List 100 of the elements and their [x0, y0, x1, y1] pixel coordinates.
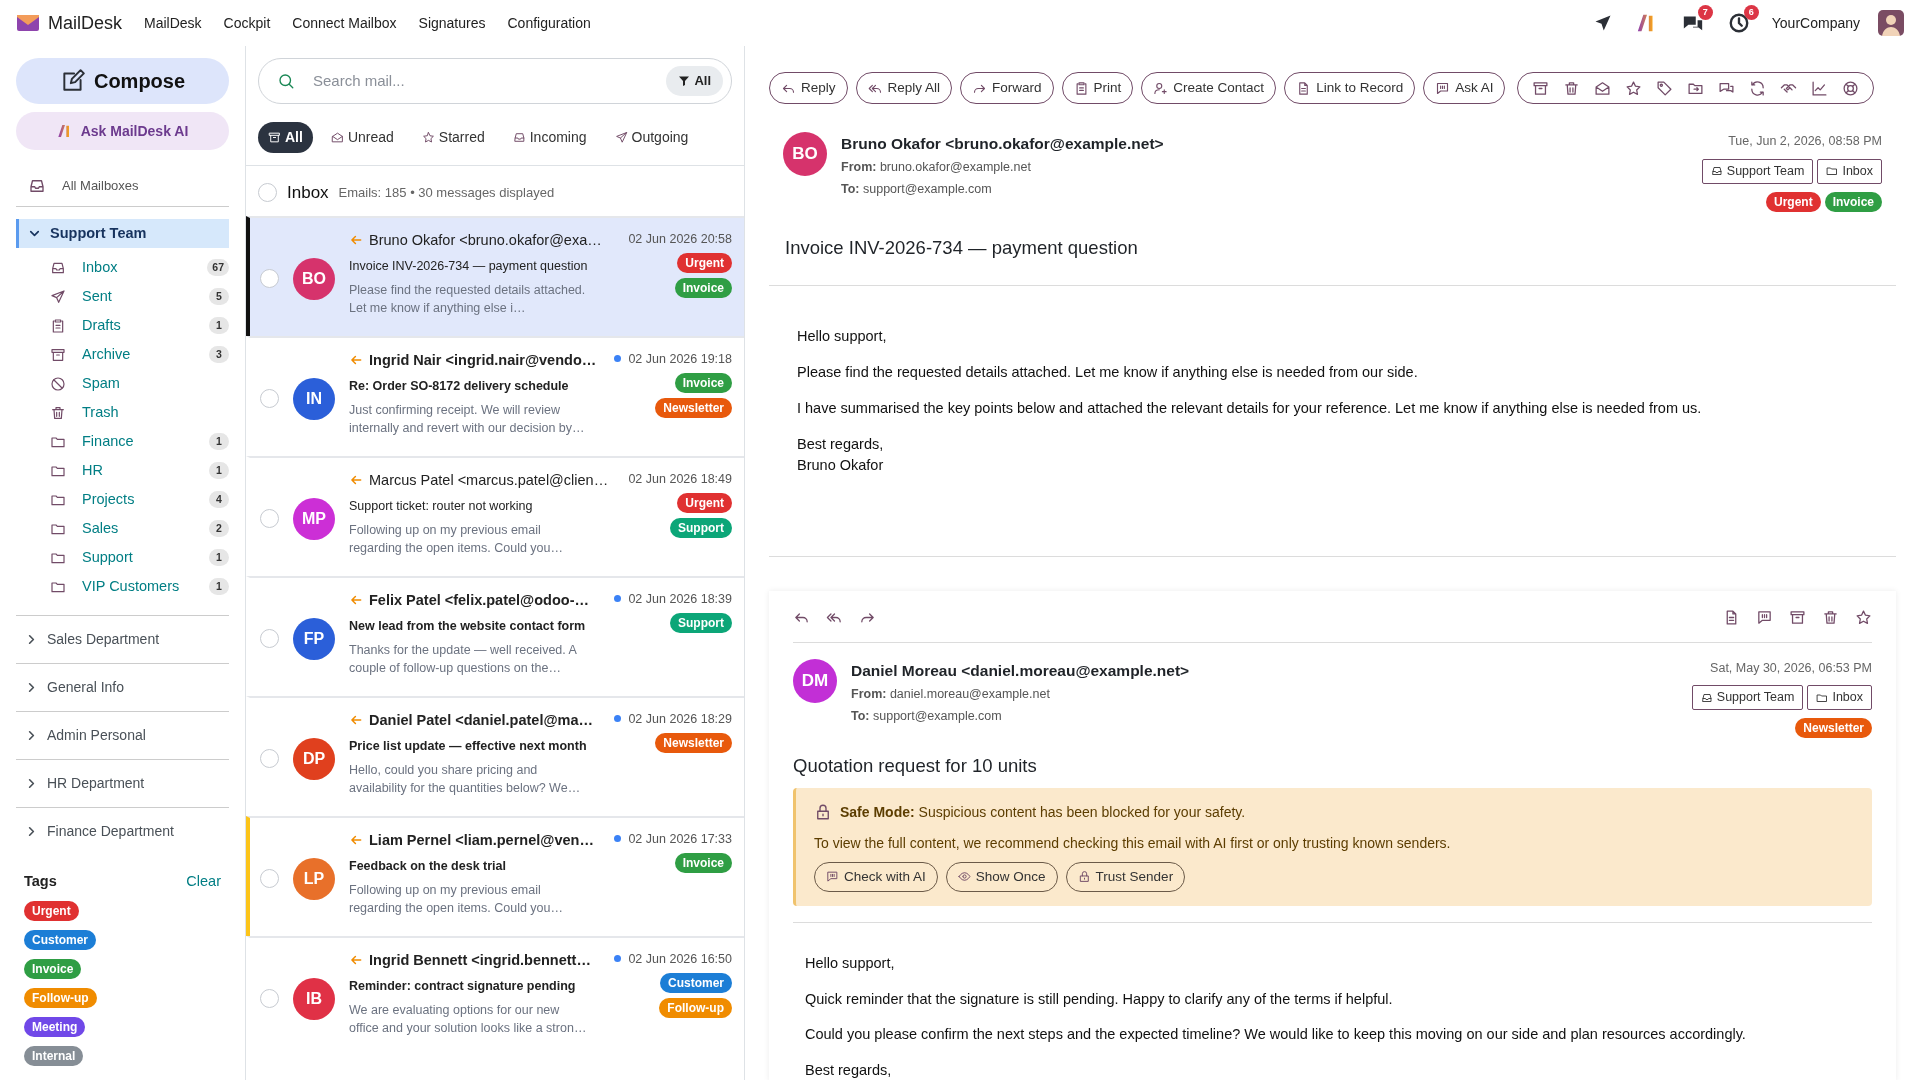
archive-icon[interactable]	[1789, 608, 1806, 626]
chat-icon	[1435, 80, 1451, 96]
folder-chip[interactable]: Inbox	[1817, 158, 1882, 184]
message-count: Emails: 185 • 30 messages displayed	[338, 184, 555, 202]
folder-link[interactable]: Drafts	[82, 314, 193, 337]
inbox-icon	[512, 131, 526, 144]
menu-item[interactable]: Configuration	[507, 12, 591, 34]
checkbox[interactable]	[260, 989, 279, 1008]
folder-link[interactable]: Spam	[82, 372, 229, 395]
folder-link[interactable]: Inbox	[82, 256, 192, 279]
checkbox[interactable]	[260, 629, 279, 648]
star-icon[interactable]	[1625, 79, 1643, 97]
filter-tab[interactable]: Unread	[320, 122, 404, 153]
message-item[interactable]: FP Felix Patel <felix.patel@odoo-… New lead from the website contact form Thanks for the update — well received. A couple of follow-up questions on the… 02 Jun 2026 18:39 Support	[246, 575, 744, 696]
account-header[interactable]: Admin Personal	[16, 711, 229, 760]
chat-icon[interactable]	[1756, 608, 1773, 626]
sender-address: From: bruno.okafor@example.net	[841, 159, 1032, 177]
signoff-line: Bruno Okafor	[797, 455, 885, 475]
notification-badge: 6	[1743, 5, 1759, 20]
lifebuoy-icon[interactable]	[1842, 79, 1860, 97]
filter-tab[interactable]: Starred	[411, 122, 495, 153]
menu-item[interactable]: MailDesk	[144, 12, 202, 34]
ask-ai-button[interactable]: Ask MailDesk AI	[16, 112, 229, 150]
company-switcher[interactable]: YourCompany	[1771, 12, 1860, 34]
unread-count: 2	[209, 520, 229, 538]
toolbar-button[interactable]: Print	[1061, 72, 1134, 104]
notification-badge: 7	[1697, 5, 1713, 20]
folder-icon	[1816, 691, 1829, 704]
message-item[interactable]: DP Daniel Patel <daniel.patel@ma… Price list update — effective next month Hello, could you share pricing and availability for the quantities below? We… 02 Jun 2026 18:29 Newsletter	[246, 695, 744, 816]
tag-label[interactable]: Urgent	[24, 901, 79, 921]
sender-name: Felix Patel <felix.patel@odoo-…	[369, 590, 589, 610]
toolbar-button[interactable]: Link to Record	[1284, 72, 1416, 104]
checkbox[interactable]	[260, 269, 279, 288]
account-header[interactable]: Sales Department	[16, 615, 229, 664]
all-mailboxes-link[interactable]: All Mailboxes	[62, 176, 139, 196]
folder-link[interactable]: HR	[82, 459, 193, 482]
message-item[interactable]: IB Ingrid Bennett <ingrid.bennett… Reminder: contract signature pending We are evaluating options for our new office and your solution looks like a stron… 02 Jun 2026 16:50 Customer Follow-up	[246, 935, 744, 1056]
unread-dot	[614, 955, 622, 963]
folder-link[interactable]: Sent	[82, 285, 193, 308]
user-avatar[interactable]	[1878, 10, 1904, 36]
message-subject: Reminder: contract signature pending	[349, 978, 577, 996]
clock-icon[interactable]	[1727, 12, 1750, 34]
clear-link[interactable]: Clear	[186, 871, 221, 893]
folder-link[interactable]: Trash	[82, 401, 229, 424]
toolbar-button[interactable]: Forward	[960, 72, 1054, 104]
folder-link[interactable]: Archive	[82, 343, 193, 366]
menu-item[interactable]: Cockpit	[223, 12, 271, 34]
trash-icon[interactable]	[1563, 79, 1581, 97]
tag-icon[interactable]	[1656, 79, 1674, 97]
checkbox[interactable]	[260, 389, 279, 408]
folder-link[interactable]: Finance	[82, 430, 193, 453]
paper-plane-icon[interactable]	[1593, 14, 1612, 32]
message-item[interactable]: MP Marcus Patel <marcus.patel@clien… Support ticket: router not working Following up on my previous email regarding the open items. Could you… 02 Jun 2026 18:49 Urgent Support	[246, 455, 744, 576]
eye-icon	[957, 870, 971, 884]
inbox-icon	[1710, 165, 1723, 178]
toolbar-button[interactable]: Reply All	[855, 72, 953, 104]
avatar: LP	[293, 857, 335, 900]
message-date: 02 Jun 2026 18:29	[628, 710, 732, 728]
unread-count: 4	[209, 491, 229, 509]
folder-chip[interactable]: Support Team	[1691, 685, 1804, 711]
compose-button[interactable]: Compose	[16, 58, 229, 104]
folder-link[interactable]: Projects	[82, 488, 193, 511]
toolbar-button[interactable]: Ask AI	[1423, 72, 1506, 104]
account-header[interactable]: Finance Department	[16, 807, 229, 856]
checkbox[interactable]	[260, 869, 279, 888]
folder-link[interactable]: VIP Customers	[82, 575, 193, 598]
account-header[interactable]: HR Department	[16, 759, 229, 808]
message-date: 02 Jun 2026 19:18	[628, 350, 732, 368]
archive-icon[interactable]	[1532, 79, 1550, 97]
menu-item[interactable]: Connect Mailbox	[292, 12, 397, 34]
envelope-icon[interactable]	[1594, 79, 1612, 97]
message-item[interactable]: IN Ingrid Nair <ingrid.nair@vendo… Re: Order SO-8172 delivery schedule Just confirming receipt. We will review internally and revert with our decision by… 02 Jun 2026 19:18 Invoice Newsletter	[246, 335, 744, 456]
unread-count: 5	[209, 288, 229, 306]
folder-link[interactable]: Sales	[82, 517, 193, 540]
checkbox[interactable]	[260, 749, 279, 768]
toolbar-button[interactable]: Reply	[769, 72, 848, 104]
account-header[interactable]: General Info	[16, 663, 229, 712]
message-item[interactable]: LP Liam Pernel <liam.pernel@ven… Feedback on the desk trial Following up on my previous email regarding the open items. Could you… 02 Jun 2026 17:33 Invoice	[246, 815, 744, 936]
filter-tab[interactable]: Incoming	[502, 122, 597, 153]
checkbox[interactable]	[260, 509, 279, 528]
menu-item[interactable]: Signatures	[418, 12, 486, 34]
refresh-icon[interactable]	[1749, 79, 1767, 97]
message-item[interactable]: BO Bruno Okafor <bruno.okafor@exa… Invoice INV-2026-734 — payment question Please find the requested details attached. Let me know if anything else i… 02 Jun 2026 20:58 Urgent Invoice	[246, 215, 744, 336]
trash-icon[interactable]	[1822, 608, 1839, 626]
folder-link[interactable]: Support	[82, 546, 193, 569]
avatar: DM	[793, 658, 837, 703]
chart-icon[interactable]	[1811, 79, 1829, 97]
folder-chip[interactable]: Support Team	[1701, 158, 1814, 184]
drafts-icon	[50, 317, 66, 334]
message-preview: Please find the requested details attached. Let me know if anything else i…	[349, 282, 587, 318]
filter-tab[interactable]: Outgoing	[604, 122, 699, 153]
toolbar-button[interactable]: Create Contact	[1141, 72, 1277, 104]
filter-tab[interactable]: All	[258, 122, 313, 153]
filter-button[interactable]: All	[666, 66, 723, 96]
folder-chip[interactable]: Inbox	[1807, 685, 1872, 711]
star-icon[interactable]	[1855, 608, 1872, 626]
select-all-checkbox[interactable]	[258, 183, 277, 203]
account-header[interactable]: Support Team	[16, 218, 229, 249]
tag-label[interactable]: Meeting	[24, 1017, 86, 1037]
tag-label[interactable]: Customer	[24, 930, 96, 950]
